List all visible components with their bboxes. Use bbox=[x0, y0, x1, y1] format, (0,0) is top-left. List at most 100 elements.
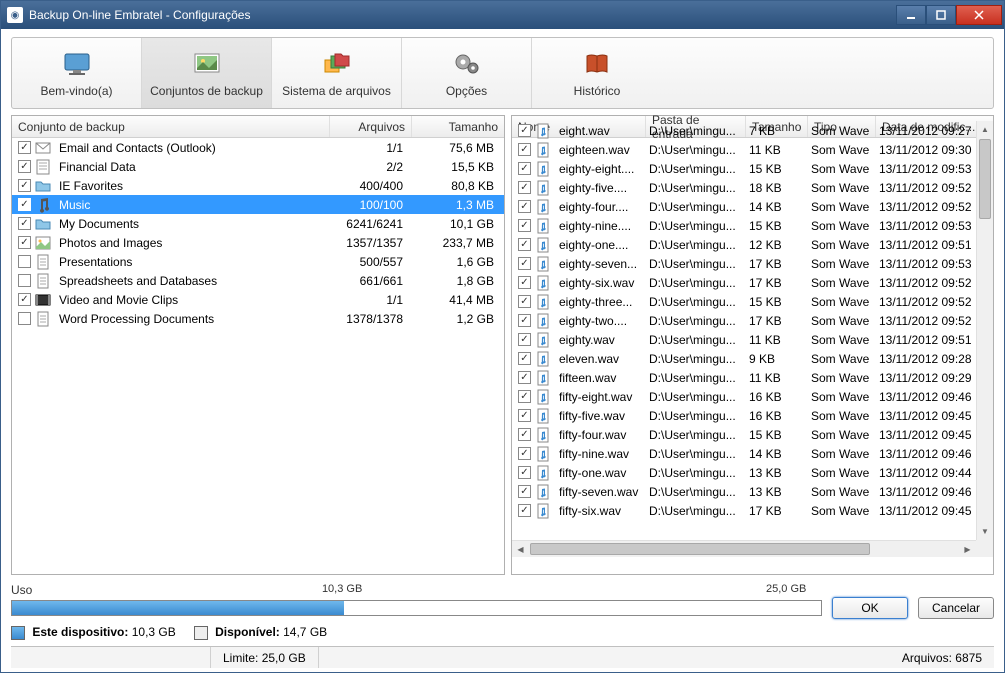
legend-device-value: 10,3 GB bbox=[132, 625, 176, 639]
toolbar-tab-3[interactable]: Opções bbox=[402, 38, 532, 108]
files-body: eight.wav D:\User\mingu... 7 KB Som Wave… bbox=[512, 121, 993, 557]
file-row[interactable]: fifteen.wav D:\User\mingu... 11 KB Som W… bbox=[512, 368, 976, 387]
file-row[interactable]: eighty-four.... D:\User\mingu... 14 KB S… bbox=[512, 197, 976, 216]
file-row[interactable]: eighteen.wav D:\User\mingu... 11 KB Som … bbox=[512, 140, 976, 159]
file-row[interactable]: eighty-eight.... D:\User\mingu... 15 KB … bbox=[512, 159, 976, 178]
set-size: 1,6 GB bbox=[407, 252, 504, 271]
scroll-thumb[interactable] bbox=[979, 139, 991, 219]
backup-set-row[interactable]: IE Favorites 400/400 80,8 KB bbox=[12, 176, 504, 195]
scroll-down-button[interactable]: ▼ bbox=[977, 523, 993, 540]
checkbox[interactable] bbox=[518, 200, 531, 213]
checkbox[interactable] bbox=[18, 160, 31, 173]
checkbox[interactable] bbox=[518, 390, 531, 403]
toolbar-tab-2[interactable]: Sistema de arquivos bbox=[272, 38, 402, 108]
checkbox[interactable] bbox=[518, 485, 531, 498]
file-row[interactable]: fifty-six.wav D:\User\mingu... 17 KB Som… bbox=[512, 501, 976, 520]
backup-set-row[interactable]: Music 100/100 1,3 MB bbox=[12, 195, 504, 214]
checkbox[interactable] bbox=[518, 333, 531, 346]
checkbox[interactable] bbox=[518, 276, 531, 289]
checkbox[interactable] bbox=[518, 238, 531, 251]
backup-set-row[interactable]: Email and Contacts (Outlook) 1/1 75,6 MB bbox=[12, 138, 504, 157]
minimize-button[interactable] bbox=[896, 5, 926, 25]
file-row[interactable]: eighty-nine.... D:\User\mingu... 15 KB S… bbox=[512, 216, 976, 235]
checkbox[interactable] bbox=[18, 198, 31, 211]
cancel-button[interactable]: Cancelar bbox=[918, 597, 994, 619]
swatch-device-icon bbox=[11, 626, 25, 640]
checkbox[interactable] bbox=[18, 217, 31, 230]
checkbox[interactable] bbox=[18, 236, 31, 249]
backup-set-row[interactable]: My Documents 6241/6241 10,1 GB bbox=[12, 214, 504, 233]
set-name: Music bbox=[55, 195, 325, 214]
checkbox[interactable] bbox=[518, 143, 531, 156]
file-row[interactable]: eighty-six.wav D:\User\mingu... 17 KB So… bbox=[512, 273, 976, 292]
toolbar-tab-1[interactable]: Conjuntos de backup bbox=[142, 38, 272, 108]
checkbox[interactable] bbox=[18, 312, 31, 325]
backup-set-row[interactable]: Photos and Images 1357/1357 233,7 MB bbox=[12, 233, 504, 252]
toolbar-tab-0[interactable]: Bem-vindo(a) bbox=[12, 38, 142, 108]
backup-set-row[interactable]: Presentations 500/557 1,6 GB bbox=[12, 252, 504, 271]
file-name: eighty-nine.... bbox=[555, 216, 645, 235]
file-row[interactable]: eighty.wav D:\User\mingu... 11 KB Som Wa… bbox=[512, 330, 976, 349]
backup-sets-body: Email and Contacts (Outlook) 1/1 75,6 MB… bbox=[12, 138, 504, 574]
scroll-left-button[interactable]: ◀ bbox=[512, 541, 529, 557]
file-row[interactable]: eight.wav D:\User\mingu... 7 KB Som Wave… bbox=[512, 121, 976, 140]
usage-label: Uso bbox=[11, 583, 32, 597]
close-button[interactable] bbox=[956, 5, 1002, 25]
file-row[interactable]: fifty-seven.wav D:\User\mingu... 13 KB S… bbox=[512, 482, 976, 501]
scroll-right-button[interactable]: ▶ bbox=[959, 541, 976, 557]
legend-available-label: Disponível: bbox=[215, 625, 280, 639]
toolbar-tab-4[interactable]: Histórico bbox=[532, 38, 662, 108]
file-row[interactable]: eighty-seven... D:\User\mingu... 17 KB S… bbox=[512, 254, 976, 273]
checkbox[interactable] bbox=[518, 181, 531, 194]
backup-set-row[interactable]: Video and Movie Clips 1/1 41,4 MB bbox=[12, 290, 504, 309]
file-row[interactable]: fifty-nine.wav D:\User\mingu... 14 KB So… bbox=[512, 444, 976, 463]
checkbox[interactable] bbox=[18, 141, 31, 154]
file-row[interactable]: eighty-two.... D:\User\mingu... 17 KB So… bbox=[512, 311, 976, 330]
col-name[interactable]: Conjunto de backup bbox=[12, 116, 330, 137]
backup-set-row[interactable]: Word Processing Documents 1378/1378 1,2 … bbox=[12, 309, 504, 328]
file-row[interactable]: fifty-five.wav D:\User\mingu... 16 KB So… bbox=[512, 406, 976, 425]
file-row[interactable]: fifty-eight.wav D:\User\mingu... 16 KB S… bbox=[512, 387, 976, 406]
file-row[interactable]: eleven.wav D:\User\mingu... 9 KB Som Wav… bbox=[512, 349, 976, 368]
file-row[interactable]: eighty-three... D:\User\mingu... 15 KB S… bbox=[512, 292, 976, 311]
file-row[interactable]: eighty-five.... D:\User\mingu... 18 KB S… bbox=[512, 178, 976, 197]
checkbox[interactable] bbox=[518, 428, 531, 441]
scroll-up-button[interactable]: ▲ bbox=[977, 121, 993, 138]
horizontal-scrollbar[interactable]: ◀ ▶ bbox=[512, 540, 976, 557]
backup-set-row[interactable]: Financial Data 2/2 15,5 KB bbox=[12, 157, 504, 176]
maximize-button[interactable] bbox=[926, 5, 956, 25]
file-type: Som Wave bbox=[807, 273, 875, 292]
checkbox[interactable] bbox=[518, 314, 531, 327]
checkbox[interactable] bbox=[518, 124, 531, 137]
checkbox[interactable] bbox=[518, 162, 531, 175]
checkbox[interactable] bbox=[518, 295, 531, 308]
file-type: Som Wave bbox=[807, 216, 875, 235]
checkbox[interactable] bbox=[18, 274, 31, 287]
titlebar[interactable]: ◉ Backup On-line Embratel - Configuraçõe… bbox=[1, 1, 1004, 29]
checkbox[interactable] bbox=[518, 257, 531, 270]
dialog-buttons: OK Cancelar bbox=[832, 597, 994, 619]
col-size[interactable]: Tamanho bbox=[412, 116, 504, 137]
scroll-thumb-h[interactable] bbox=[530, 543, 870, 555]
file-row[interactable]: eighty-one.... D:\User\mingu... 12 KB So… bbox=[512, 235, 976, 254]
checkbox[interactable] bbox=[18, 255, 31, 268]
col-files[interactable]: Arquivos bbox=[330, 116, 412, 137]
audio-file-icon bbox=[535, 389, 551, 405]
set-size: 15,5 KB bbox=[407, 157, 504, 176]
ok-button[interactable]: OK bbox=[832, 597, 908, 619]
checkbox[interactable] bbox=[518, 352, 531, 365]
checkbox[interactable] bbox=[518, 466, 531, 479]
checkbox[interactable] bbox=[518, 371, 531, 384]
set-files: 1357/1357 bbox=[325, 233, 407, 252]
checkbox[interactable] bbox=[18, 179, 31, 192]
file-path: D:\User\mingu... bbox=[645, 501, 745, 520]
checkbox[interactable] bbox=[518, 409, 531, 422]
backup-set-row[interactable]: Spreadsheets and Databases 661/661 1,8 G… bbox=[12, 271, 504, 290]
file-row[interactable]: fifty-four.wav D:\User\mingu... 15 KB So… bbox=[512, 425, 976, 444]
checkbox[interactable] bbox=[518, 447, 531, 460]
file-row[interactable]: fifty-one.wav D:\User\mingu... 13 KB Som… bbox=[512, 463, 976, 482]
checkbox[interactable] bbox=[518, 219, 531, 232]
checkbox[interactable] bbox=[18, 293, 31, 306]
checkbox[interactable] bbox=[518, 504, 531, 517]
vertical-scrollbar[interactable]: ▲ ▼ bbox=[976, 121, 993, 540]
